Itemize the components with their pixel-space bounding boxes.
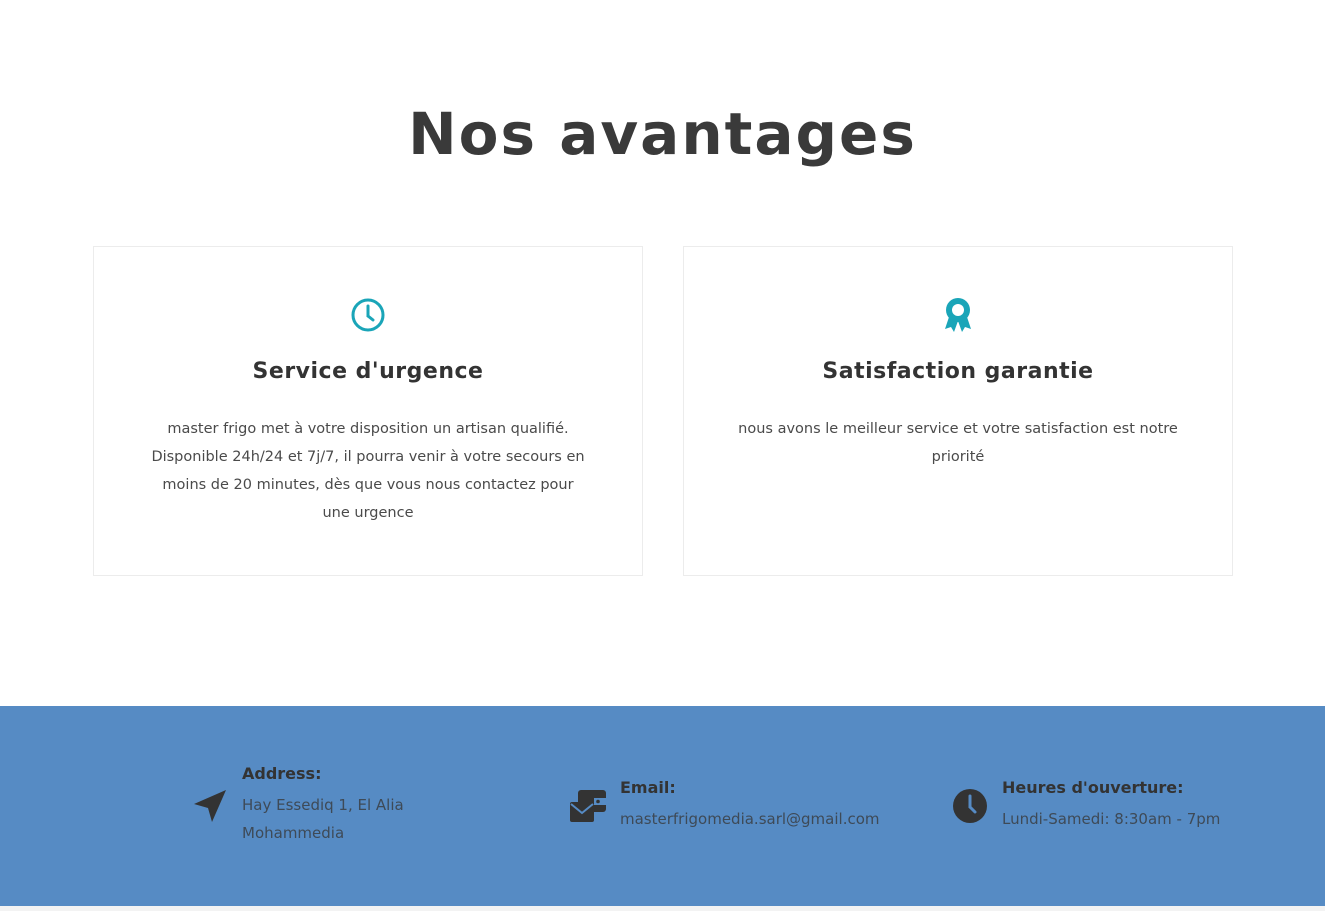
clock-icon <box>350 297 386 333</box>
advantage-card-satisfaction: Satisfaction garantie nous avons le meil… <box>683 246 1233 576</box>
email-label: Email: <box>620 778 676 797</box>
card-text: nous avons le meilleur service et votre … <box>738 421 1178 465</box>
section-title: Nos avantages <box>408 100 917 168</box>
envelope-wallet-icon <box>568 786 608 826</box>
advantage-card-emergency: Service d'urgence master frigo met à vot… <box>93 246 643 576</box>
address-label: Address: <box>242 764 322 783</box>
address-line-2: Mohammedia <box>242 824 345 842</box>
hours-label: Heures d'ouverture: <box>1002 778 1184 797</box>
hours-value: Lundi-Samedi: 8:30am - 7pm <box>1002 810 1221 828</box>
card-title: Service d'urgence <box>252 359 484 384</box>
award-ribbon-icon <box>940 297 976 333</box>
email-value[interactable]: masterfrigomedia.sarl@gmail.com <box>620 805 880 833</box>
footer-email: Email: masterfrigomedia.sarl@gmail.com <box>568 778 880 833</box>
footer-address: Address: Hay Essediq 1, El Alia Mohammed… <box>190 764 404 847</box>
address-line-1: Hay Essediq 1, El Alia <box>242 796 404 814</box>
card-title: Satisfaction garantie <box>822 359 1094 384</box>
footer-bottom-strip <box>0 906 1325 911</box>
footer-hours: Heures d'ouverture: Lundi-Samedi: 8:30am… <box>950 778 1220 833</box>
clock-filled-icon <box>950 786 990 826</box>
location-arrow-icon <box>190 786 230 826</box>
card-text: master frigo met à votre disposition un … <box>151 421 585 521</box>
